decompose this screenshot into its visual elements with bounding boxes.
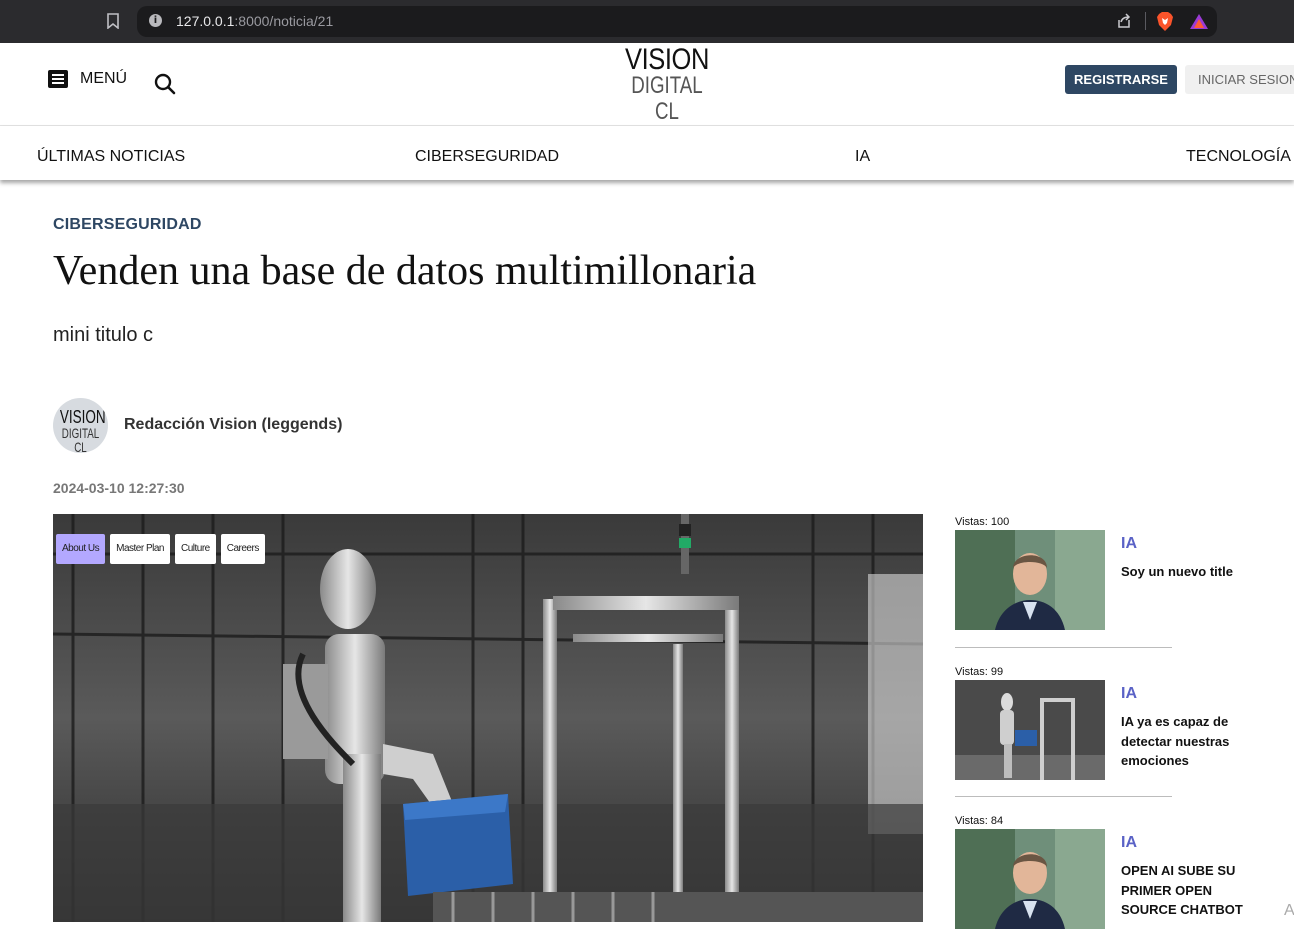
nav-item-ia[interactable]: IA [855,148,870,166]
browser-toolbar: i 127.0.0.1:8000/noticia/21 [0,0,1294,43]
sidebar-category[interactable]: IA [1121,535,1137,553]
sidebar-thumbnail[interactable] [955,680,1105,780]
login-button[interactable]: INICIAR SESION [1185,65,1294,94]
man-portrait-icon [955,829,1105,929]
views-count: Vistas: 84 [955,815,1004,827]
sidebar-title[interactable]: OPEN AI SUBE SU PRIMER OPEN SOURCE CHATB… [1121,861,1261,920]
nav-item-ciberseguridad[interactable]: CIBERSEGURIDAD [415,148,559,166]
toolbar-separator [1145,12,1146,30]
hero-tab-master-plan[interactable]: Master Plan [110,534,170,564]
hero-tab-about-us[interactable]: About Us [56,534,106,564]
site-header: MENÚ VISION DIGITAL CL REGISTRARSE INICI… [0,43,1294,126]
rewards-triangle-icon[interactable] [1189,13,1209,30]
sidebar-thumbnail[interactable] [955,829,1105,929]
author-avatar: VISION DIGITAL CL [53,398,108,453]
url-text[interactable]: 127.0.0.1:8000/noticia/21 [176,13,333,29]
category-nav: ÚLTIMAS NOTICIAS CIBERSEGURIDAD IA TECNO… [0,126,1294,180]
sidebar-category[interactable]: IA [1121,834,1137,852]
hero-tab-culture[interactable]: Culture [175,534,216,564]
bookmark-icon[interactable] [106,13,120,29]
search-icon[interactable] [154,73,176,95]
sidebar-thumbnail[interactable] [955,530,1105,630]
nav-item-ultimas-noticias[interactable]: ÚLTIMAS NOTICIAS [37,148,185,166]
sidebar-title[interactable]: Soy un nuevo title [1121,562,1261,582]
article-title: Venden una base de datos multimillonaria [53,248,757,294]
hero-tabs: About Us Master Plan Culture Careers [56,534,265,564]
menu-button[interactable]: MENÚ [48,68,127,90]
sidebar-category[interactable]: IA [1121,685,1137,703]
corner-overflow-text: A [1284,902,1294,919]
article-subtitle: mini titulo c [53,324,154,346]
man-portrait-icon [955,530,1105,630]
register-button[interactable]: REGISTRARSE [1065,65,1177,94]
robot-factory-icon [955,680,1105,780]
hero-tab-careers[interactable]: Careers [220,534,265,564]
hamburger-icon [48,70,68,88]
share-icon[interactable] [1116,13,1132,29]
nav-item-tecnologia[interactable]: TECNOLOGÍA [1186,148,1291,166]
article-hero-image: About Us Master Plan Culture Careers [53,514,923,922]
sidebar-divider [955,796,1172,797]
publish-date: 2024-03-10 12:27:30 [53,480,185,496]
site-logo[interactable]: VISION DIGITAL CL [612,45,722,125]
brave-shield-icon[interactable] [1156,12,1174,31]
robot-factory-icon [53,514,923,922]
views-count: Vistas: 99 [955,666,1004,678]
views-count: Vistas: 100 [955,516,1010,528]
sidebar-title[interactable]: IA ya es capaz de detectar nuestras emoc… [1121,712,1261,771]
site-info-icon[interactable]: i [149,14,162,27]
article-category[interactable]: CIBERSEGURIDAD [53,216,202,234]
author-name: Redacción Vision (leggends) [124,416,343,433]
sidebar-divider [955,647,1172,648]
menu-label: MENÚ [80,70,128,87]
